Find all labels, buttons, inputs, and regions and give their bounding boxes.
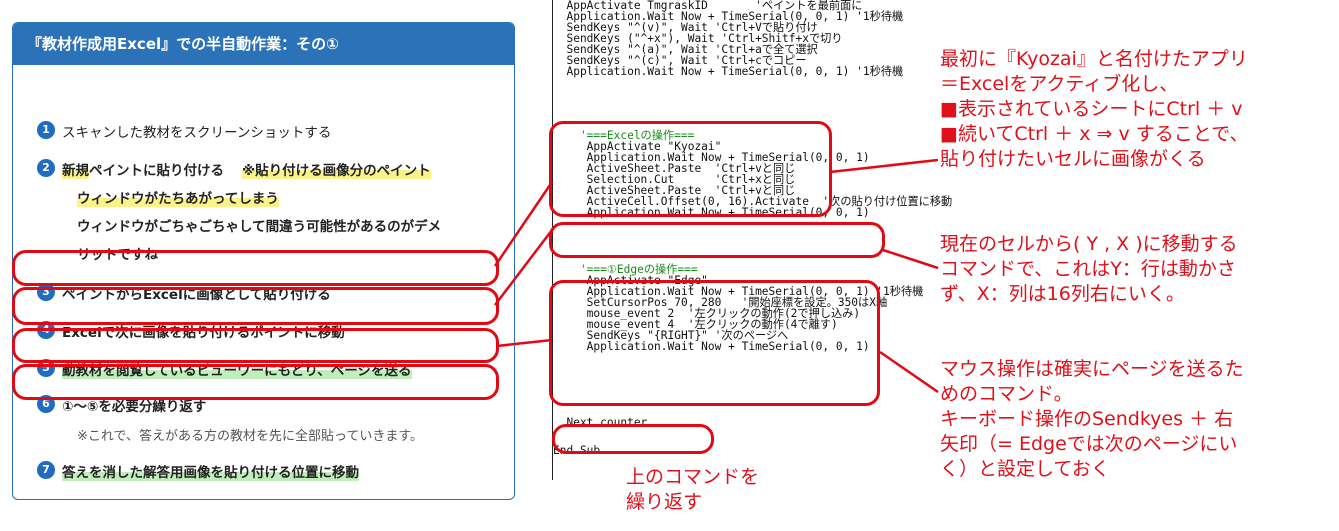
annotation-line: 矢印（= Edgeでは次のページにい (940, 433, 1238, 455)
annotation-line: めのコマンド。 (940, 383, 1073, 405)
annotation-line: コマンドで、これはY：行は動かさ (940, 258, 1236, 280)
callout-step-3 (12, 250, 499, 286)
annotation-line: 繰り返す (626, 491, 703, 513)
annotation-line: ず、X：列は16列右にいく。 (940, 283, 1185, 305)
annotation-line: ＝Excelをアクティブ化し、 (940, 73, 1179, 95)
annotation-line: 最初に『Kyozai』と名付けたアプリ (940, 48, 1248, 70)
annotation-line: マウス操作は確実にページを送るた (940, 358, 1244, 380)
annotation-line: 貼り付けたいセルに画像がくる (940, 148, 1206, 170)
annotation-line: キーボード操作のSendkyes ＋ 右 (940, 408, 1234, 430)
annotation-repeat: 上のコマンドを 繰り返す (626, 465, 759, 515)
callout-excel-block (549, 121, 832, 217)
callout-step-5 (12, 328, 499, 363)
callout-step-6 (12, 364, 499, 400)
annotation-line: 現在のセルから( Y , X )に移動する (940, 233, 1238, 255)
callout-offset-line (549, 222, 885, 258)
annotation-line: ■続いてCtrl ＋ x ⇒ v することで、 (940, 123, 1249, 145)
annotation-line: く）と設定しておく (940, 458, 1110, 480)
annotation-offset: 現在のセルから( Y , X )に移動する コマンドで、これはY：行は動かさ ず… (940, 232, 1238, 307)
annotation-line: ■表示されているシートにCtrl ＋ v (940, 98, 1243, 120)
annotation-line: 上のコマンドを (626, 466, 760, 488)
callout-edge-block (549, 280, 880, 406)
callout-step-4 (12, 287, 499, 325)
annotation-excel: 最初に『Kyozai』と名付けたアプリ ＝Excelをアクティブ化し、 ■表示さ… (940, 47, 1248, 172)
annotation-mouse: マウス操作は確実にページを送るた めのコマンド。 キーボード操作のSendkye… (940, 357, 1244, 482)
callout-next-counter (552, 424, 714, 454)
